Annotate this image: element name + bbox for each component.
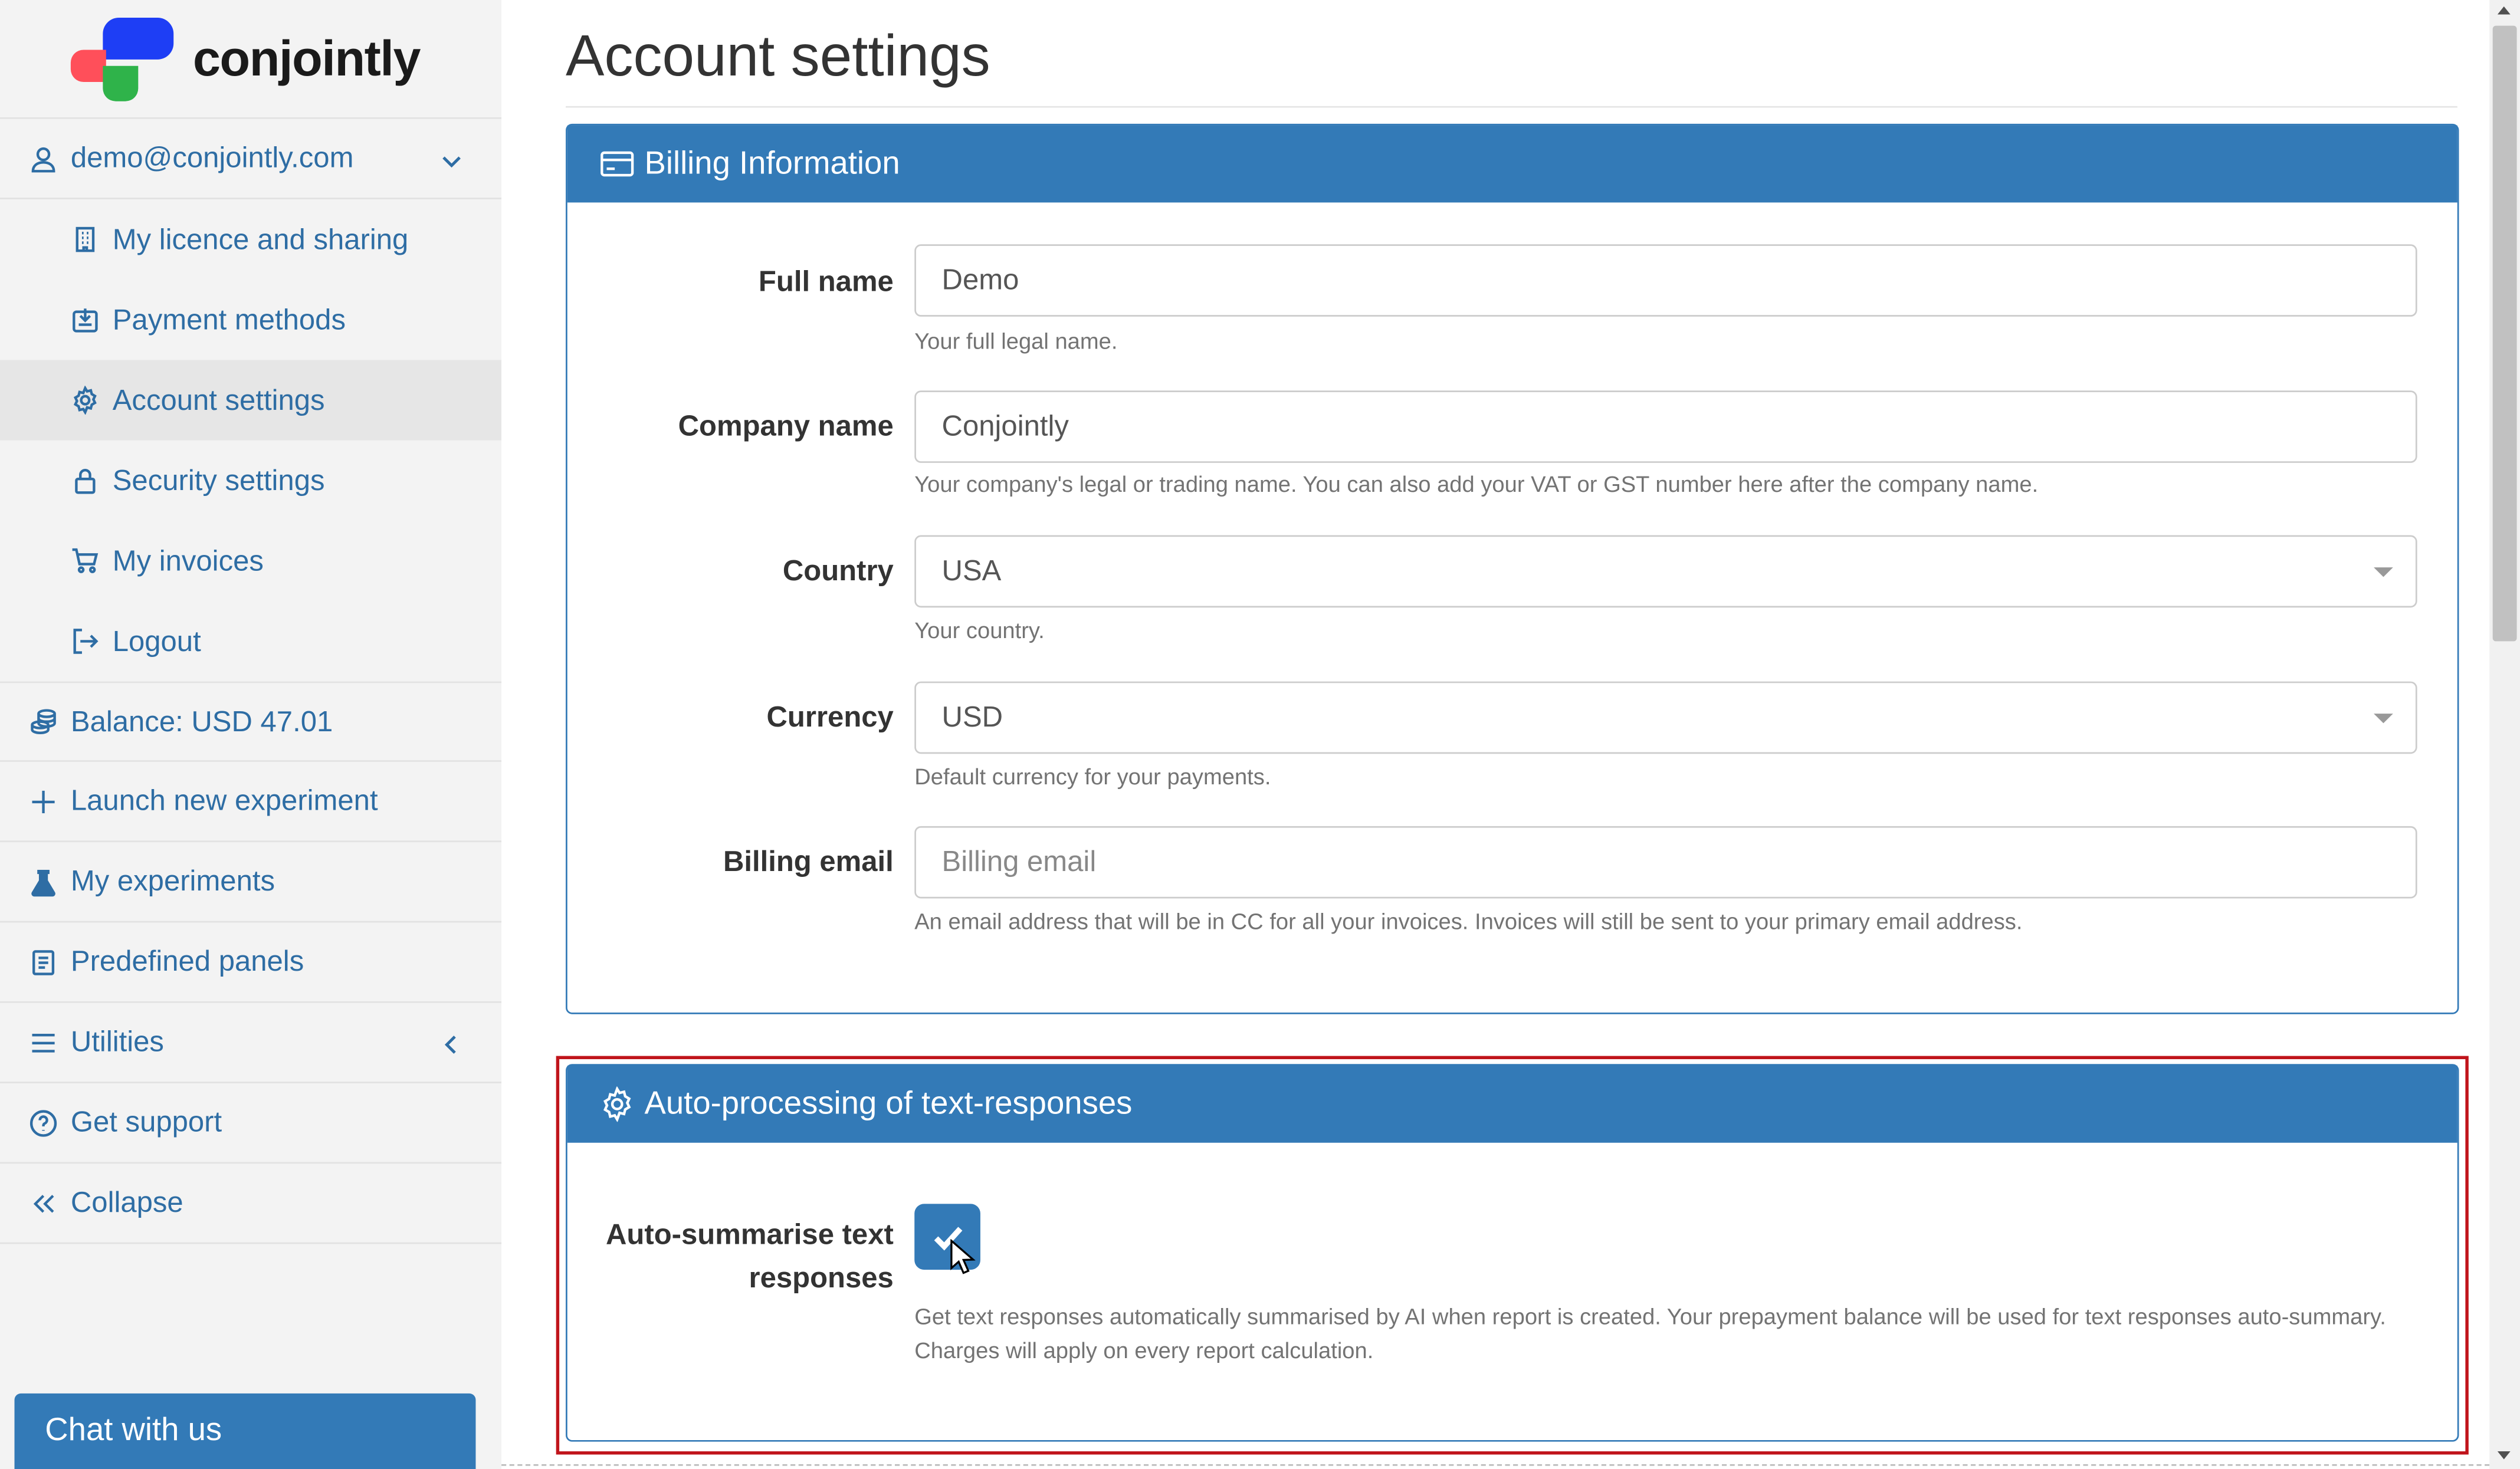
- vertical-scrollbar[interactable]: [2489, 0, 2520, 1469]
- full-name-input[interactable]: Demo: [914, 244, 2417, 317]
- building-icon: [71, 225, 100, 254]
- book-icon: [29, 948, 58, 977]
- brand-name: conjointly: [192, 29, 421, 86]
- menu-icon: [29, 1028, 58, 1057]
- country-help: Your country.: [914, 617, 1045, 643]
- sidebar-item-label: My invoices: [112, 544, 264, 577]
- payment-icon: [71, 305, 100, 334]
- flask-icon: [29, 867, 58, 896]
- page-title: Account settings: [566, 22, 990, 88]
- country-selected-value: USA: [941, 554, 1002, 587]
- support-label: Get support: [70, 1106, 222, 1138]
- currency-help: Default currency for your payments.: [914, 763, 1271, 790]
- chevron-down-icon: [441, 146, 463, 169]
- sidebar-item-label: Security settings: [112, 464, 325, 496]
- currency-label: Currency: [766, 701, 894, 733]
- gear-icon: [71, 386, 100, 415]
- billing-email-label: Billing email: [723, 845, 894, 878]
- cart-icon: [71, 547, 100, 576]
- balance-link[interactable]: Balance: USD 47.01: [0, 681, 502, 762]
- utilities-label: Utilities: [70, 1025, 164, 1058]
- sidebar-item-account-settings[interactable]: Account settings: [0, 360, 502, 441]
- sidebar-item-label: Logout: [112, 624, 201, 657]
- page-bottom-edge: [501, 1464, 2490, 1466]
- dropdown-caret-icon: [2374, 714, 2393, 724]
- brand-logo[interactable]: conjointly: [0, 0, 502, 119]
- company-name-input[interactable]: Conjointly: [914, 390, 2417, 463]
- full-name-help: Your full legal name.: [914, 327, 1118, 354]
- logo-mark-icon: [70, 17, 174, 101]
- scroll-down-arrow-icon[interactable]: [2497, 1451, 2511, 1460]
- lock-icon: [71, 466, 100, 495]
- country-select[interactable]: USA: [914, 535, 2417, 608]
- chevron-left-icon: [441, 1030, 463, 1054]
- my-experiments-link[interactable]: My experiments: [0, 842, 502, 923]
- launch-experiment-link[interactable]: Launch new experiment: [0, 762, 502, 843]
- dropdown-caret-icon: [2374, 567, 2393, 577]
- balance-label: Balance: USD 47.01: [70, 705, 333, 737]
- experiments-label: My experiments: [70, 865, 275, 897]
- utilities-menu-toggle[interactable]: Utilities: [0, 1003, 502, 1083]
- coins-icon: [29, 707, 58, 736]
- billing-panel-header: Billing Information: [567, 125, 2457, 203]
- app-viewport: conjointly demo@conjointly.com My licenc…: [0, 0, 2520, 1469]
- billing-email-input[interactable]: Billing email: [914, 826, 2417, 899]
- full-name-label: Full name: [758, 265, 894, 298]
- collapse-label: Collapse: [70, 1186, 183, 1218]
- sidebar-item-invoices[interactable]: My invoices: [0, 521, 501, 601]
- chat-with-us-button[interactable]: Chat with us: [14, 1393, 476, 1469]
- logout-icon: [71, 627, 100, 656]
- billing-information-panel: Billing Information Full name Demo Your …: [566, 123, 2459, 1014]
- sidebar-item-logout[interactable]: Logout: [0, 601, 501, 681]
- user-icon: [29, 144, 58, 173]
- billing-panel-title: Billing Information: [644, 145, 900, 181]
- account-menu-toggle[interactable]: demo@conjointly.com: [0, 119, 502, 199]
- sidebar-item-label: Account settings: [112, 383, 325, 416]
- panels-label: Predefined panels: [70, 945, 304, 978]
- highlight-annotation-box: [556, 1056, 2469, 1455]
- sidebar-item-label: Payment methods: [112, 303, 346, 336]
- predefined-panels-link[interactable]: Predefined panels: [0, 922, 502, 1003]
- collapse-sidebar-button[interactable]: Collapse: [0, 1164, 502, 1244]
- sidebar: conjointly demo@conjointly.com My licenc…: [0, 0, 502, 1469]
- sidebar-item-payment-methods[interactable]: Payment methods: [0, 280, 501, 360]
- launch-label: Launch new experiment: [70, 784, 378, 817]
- sidebar-item-security-settings[interactable]: Security settings: [0, 441, 501, 521]
- country-label: Country: [782, 554, 894, 587]
- currency-select[interactable]: USD: [914, 681, 2417, 754]
- account-email: demo@conjointly.com: [70, 141, 354, 174]
- billing-email-help: An email address that will be in CC for …: [914, 908, 2023, 934]
- scrollbar-thumb[interactable]: [2492, 25, 2517, 642]
- credit-card-icon: [599, 146, 635, 182]
- company-name-help: Your company's legal or trading name. Yo…: [914, 471, 2039, 497]
- plus-icon: [29, 787, 58, 816]
- sidebar-item-label: My licence and sharing: [112, 222, 409, 255]
- title-divider: [566, 106, 2457, 108]
- question-icon: [29, 1108, 58, 1137]
- get-support-link[interactable]: Get support: [0, 1083, 502, 1164]
- sidebar-item-licence[interactable]: My licence and sharing: [0, 199, 501, 280]
- currency-selected-value: USD: [941, 701, 1003, 733]
- scroll-up-arrow-icon[interactable]: [2497, 6, 2511, 15]
- company-name-label: Company name: [678, 409, 894, 442]
- double-chevron-left-icon: [29, 1188, 58, 1217]
